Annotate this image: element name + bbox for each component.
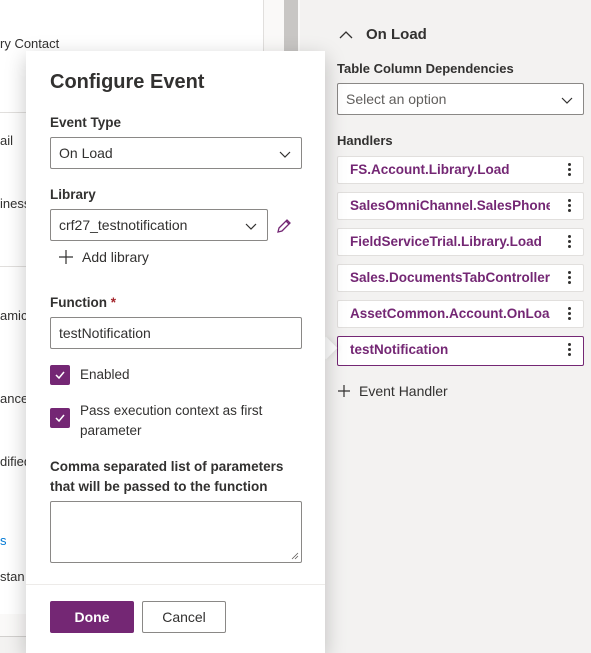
- event-type-label: Event Type: [50, 115, 122, 130]
- function-label: Function *: [50, 295, 116, 310]
- edit-pencil-icon[interactable]: [274, 216, 294, 236]
- handler-item[interactable]: AssetCommon.Account.OnLoad: [337, 300, 584, 328]
- event-type-value: On Load: [59, 145, 113, 161]
- parameters-label: Comma separated list of parameters that …: [50, 459, 284, 494]
- enabled-checkbox[interactable]: [50, 365, 70, 385]
- more-options-icon[interactable]: [563, 161, 575, 179]
- checkmark-icon: [55, 371, 65, 380]
- add-library-label: Add library: [82, 249, 149, 265]
- pass-context-checkbox[interactable]: [50, 408, 70, 428]
- more-options-icon[interactable]: [563, 269, 575, 287]
- pass-context-label: Pass execution context as first paramete…: [80, 403, 263, 438]
- handler-item-selected[interactable]: testNotification: [337, 336, 584, 366]
- properties-panel: On Load Table Column Dependencies Select…: [322, 0, 591, 653]
- section-title: On Load: [366, 26, 427, 43]
- handler-label: testNotification: [350, 342, 449, 357]
- enabled-checkbox-row[interactable]: Enabled: [50, 365, 130, 385]
- chevron-up-icon: [339, 30, 353, 38]
- add-event-handler-button[interactable]: Event Handler: [337, 383, 448, 399]
- handler-label: FieldServiceTrial.Library.Load: [350, 234, 542, 249]
- handlers-label: Handlers: [337, 133, 393, 148]
- required-mark: *: [110, 295, 117, 310]
- bg-text-fragment: ance: [0, 391, 29, 406]
- cancel-button[interactable]: Cancel: [142, 601, 226, 633]
- library-select[interactable]: crf27_testnotification: [50, 209, 268, 241]
- on-load-section-header[interactable]: On Load: [338, 26, 427, 43]
- add-library-button[interactable]: Add library: [58, 249, 149, 265]
- add-event-handler-label: Event Handler: [359, 383, 448, 399]
- configure-event-dialog: Configure Event Event Type On Load Libra…: [26, 51, 325, 653]
- function-value: testNotification: [59, 325, 151, 341]
- chevron-down-icon: [561, 97, 573, 104]
- handler-label: SalesOmniChannel.SalesPhoneNumber: [350, 198, 550, 213]
- function-label-text: Function: [50, 295, 107, 310]
- plus-icon: [338, 385, 350, 397]
- handler-item[interactable]: SalesOmniChannel.SalesPhoneNumber: [337, 192, 584, 220]
- resize-handle-icon[interactable]: [291, 552, 299, 560]
- handler-label: AssetCommon.Account.OnLoad: [350, 306, 550, 321]
- parameters-textarea[interactable]: [50, 501, 302, 563]
- dependencies-placeholder: Select an option: [346, 91, 447, 107]
- bg-text-fragment: s: [0, 533, 7, 548]
- more-options-icon[interactable]: [563, 233, 575, 251]
- handler-item[interactable]: FS.Account.Library.Load: [337, 156, 584, 184]
- library-value: crf27_testnotification: [59, 217, 188, 233]
- more-options-icon[interactable]: [563, 197, 575, 215]
- dependencies-select[interactable]: Select an option: [337, 83, 584, 115]
- pass-context-checkbox-row[interactable]: Pass execution context as first paramete…: [50, 401, 270, 441]
- handler-item[interactable]: Sales.DocumentsTabController.s: [337, 264, 584, 292]
- bg-text-fragment: stan: [0, 569, 25, 584]
- more-options-icon[interactable]: [563, 305, 575, 323]
- handler-label: Sales.DocumentsTabController.s: [350, 270, 550, 285]
- handler-item[interactable]: FieldServiceTrial.Library.Load: [337, 228, 584, 256]
- chevron-down-icon: [245, 223, 257, 230]
- bg-text-fragment: amic: [0, 308, 28, 323]
- library-label: Library: [50, 187, 96, 202]
- dependencies-label: Table Column Dependencies: [337, 61, 514, 76]
- checkmark-icon: [55, 414, 65, 423]
- event-type-select[interactable]: On Load: [50, 137, 302, 169]
- plus-icon: [59, 250, 73, 264]
- dialog-title: Configure Event: [50, 71, 205, 93]
- handler-label: FS.Account.Library.Load: [350, 162, 510, 177]
- chevron-down-icon: [279, 151, 291, 158]
- more-options-icon[interactable]: [563, 341, 575, 359]
- enabled-label: Enabled: [80, 367, 130, 382]
- done-button[interactable]: Done: [50, 601, 134, 633]
- bg-text-fragment: ry Contact: [0, 36, 60, 51]
- bg-text-fragment: ail: [0, 133, 14, 148]
- function-input[interactable]: testNotification: [50, 317, 302, 349]
